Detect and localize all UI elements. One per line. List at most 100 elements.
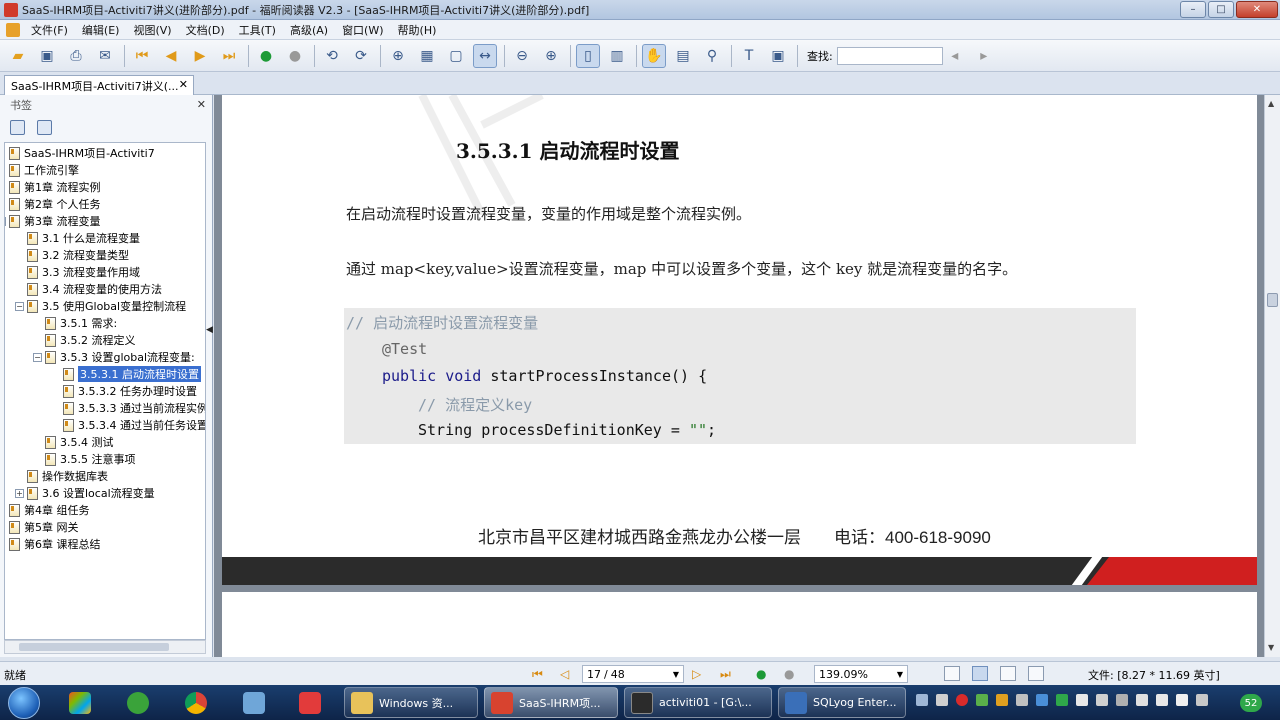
add-bookmark-icon[interactable] [37,119,52,135]
bookmark-item[interactable]: 第6章 课程总结 [9,536,101,552]
continuous-view-icon[interactable] [972,666,988,681]
menu-help[interactable]: 帮助(H) [391,22,444,38]
bookmark-item[interactable]: 操作数据库表 [27,468,108,484]
chrome-icon[interactable] [178,688,214,717]
taskbar-item-pdf-reader[interactable]: SaaS-IHRM项... [484,687,618,718]
pinned-browser-icon[interactable] [120,688,156,717]
tray-app-icon[interactable] [1116,694,1128,706]
first-page-icon[interactable]: ⏮ [532,667,543,682]
zoom-select[interactable]: 139.09% ▼ [814,665,908,683]
fit-width-icon[interactable]: ↔ [473,43,497,68]
bookmark-item[interactable]: 3.5.5 注意事项 [45,451,136,467]
bookmark-item[interactable]: 3.1 什么是流程变量 [27,230,140,246]
bookmark-item[interactable]: 3.4 流程变量的使用方法 [27,281,162,297]
go-back-icon[interactable]: ● [254,44,278,68]
taskbar-item-explorer[interactable]: Windows 资... [344,687,478,718]
tray-app-icon[interactable] [996,694,1008,706]
close-icon[interactable]: ✕ [197,98,206,111]
volume-icon[interactable] [1156,694,1168,706]
ime-icon[interactable] [1176,694,1188,706]
collapse-panel-icon[interactable]: ◀ [206,325,213,335]
snapshot-icon[interactable]: ▣ [766,44,790,68]
document-view[interactable]: 3.5.3.1 启动流程时设置 在启动流程时设置流程变量，变量的作用域是整个流程… [214,95,1264,657]
expand-icon[interactable]: + [15,488,24,498]
media-player-icon[interactable] [292,688,328,717]
page-number-field[interactable]: 17 / 48 ▼ [582,665,684,683]
bookmark-item[interactable]: − 3.5 使用Global变量控制流程 [15,298,186,314]
menu-document[interactable]: 文档(D) [179,22,232,38]
vertical-scrollbar[interactable]: ▲ ▼ [1264,95,1280,657]
single-page-icon[interactable]: ▯ [576,43,600,68]
bookmark-item[interactable]: 3.5.4 测试 [45,434,114,450]
previous-page-icon[interactable]: ◁ [560,667,569,681]
shield-icon[interactable] [1036,694,1048,706]
menu-advanced[interactable]: 高级(A) [283,22,335,38]
menu-window[interactable]: 窗口(W) [335,22,390,38]
bookmark-item[interactable]: 3.5.3.3 通过当前流程实例 [63,400,205,416]
typewriter-icon[interactable]: T [737,44,761,68]
notification-badge[interactable]: 52 [1240,694,1262,712]
close-button[interactable]: ✕ [1236,1,1278,18]
bookmark-item[interactable]: 第5章 网关 [9,519,79,535]
bookmark-item[interactable]: 第1章 流程实例 [9,179,101,195]
bookmark-item[interactable]: 3.2 流程变量类型 [27,247,129,263]
zoom-tool-icon[interactable]: ⊕ [386,44,410,68]
bookmark-item[interactable]: 3.5.1 需求: [45,315,117,331]
tray-app-icon[interactable] [936,694,948,706]
bookmark-item[interactable]: 第4章 组任务 [9,502,90,518]
taskbar-item-sqlyog[interactable]: SQLyog Enter... [778,687,906,718]
bookmark-item[interactable]: 工作流引擎 [9,162,79,178]
menu-view[interactable]: 视图(V) [126,22,178,38]
last-page-icon[interactable]: ⏭ [217,44,241,68]
minimize-button[interactable]: – [1180,1,1206,18]
scrollbar-thumb[interactable] [1267,293,1278,307]
bookmark-item[interactable]: SaaS-IHRM项目-Activiti7 [9,145,155,161]
document-menu-icon[interactable] [6,22,20,37]
next-page-icon[interactable]: ▷ [692,667,701,681]
bookmark-item[interactable]: − 第3章 流程变量 [5,213,101,229]
zoom-in-icon[interactable]: ⊕ [539,44,563,68]
menu-edit[interactable]: 编辑(E) [75,22,127,38]
scroll-down-icon[interactable]: ▼ [1268,643,1274,652]
scroll-up-icon[interactable]: ▲ [1268,99,1274,108]
collapse-icon[interactable]: − [5,216,6,226]
tray-app-icon[interactable] [976,694,988,706]
collapse-icon[interactable]: − [33,352,42,362]
start-button[interactable] [8,687,40,719]
tray-app-icon[interactable] [1076,694,1088,706]
chevron-down-icon[interactable]: ▼ [673,670,679,679]
scrollbar-thumb[interactable] [19,643,169,651]
tray-app-icon[interactable] [956,694,968,706]
taskbar-item-intellij[interactable]: activiti01 - [G:\... [624,687,772,718]
keyboard-icon[interactable] [916,694,928,706]
previous-page-icon[interactable]: ◀ [159,44,183,68]
horizontal-scrollbar[interactable] [4,640,206,654]
find-icon[interactable]: ⚲ [700,44,724,68]
rotate-left-icon[interactable]: ⟲ [320,44,344,68]
document-tab[interactable]: SaaS-IHRM项目-Activiti7讲义(... ✕ [4,75,194,95]
bookmark-item[interactable]: 第2章 个人任务 [9,196,101,212]
pinned-app-icon[interactable] [62,688,98,717]
bookmark-item[interactable]: +3.6 设置local流程变量 [15,485,155,501]
bookmark-item[interactable]: 3.5.3.4 通过当前任务设置 [63,417,205,433]
open-icon[interactable]: ▰ [6,44,30,68]
volume-icon[interactable] [1016,694,1028,706]
go-forward-icon[interactable]: ● [283,44,307,68]
search-next-icon[interactable]: ▸ [972,44,996,68]
print-icon[interactable]: ⎙ [64,44,88,68]
tray-app-icon[interactable] [1196,694,1208,706]
tray-app-icon[interactable] [1096,694,1108,706]
facing-view-icon[interactable] [1000,666,1016,681]
select-text-icon[interactable]: ▤ [671,44,695,68]
search-previous-icon[interactable]: ◂ [943,44,967,68]
email-icon[interactable]: ✉ [93,44,117,68]
last-page-icon[interactable]: ⏭ [720,667,731,682]
go-back-icon[interactable]: ● [756,667,766,681]
collapse-icon[interactable]: − [15,301,24,311]
rotate-right-icon[interactable]: ⟳ [349,44,373,68]
actual-size-icon[interactable]: ▦ [415,44,439,68]
close-icon[interactable]: ✕ [179,78,188,91]
first-page-icon[interactable]: ⏮ [130,44,154,68]
next-page-icon[interactable]: ▶ [188,44,212,68]
single-page-view-icon[interactable] [944,666,960,681]
